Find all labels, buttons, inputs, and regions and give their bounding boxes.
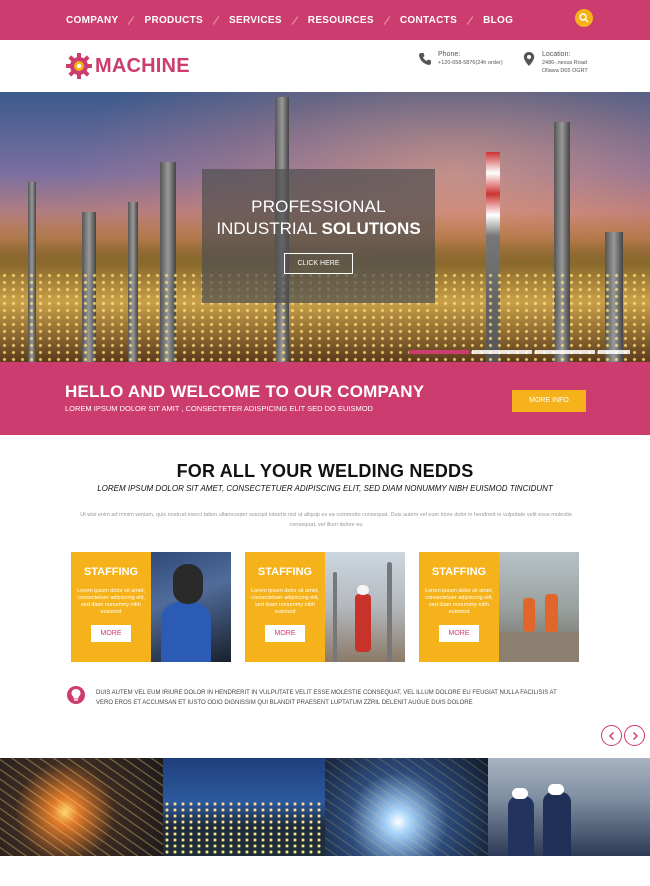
slider-indicators — [409, 350, 633, 354]
phone-value[interactable]: +120-658-5876(24h order) — [438, 59, 503, 67]
hero-line-2: INDUSTRIAL SOLUTIONS — [202, 219, 435, 239]
nav-contacts[interactable]: CONTACTS — [400, 15, 457, 26]
location-line2: Ollawa D65 OGRT — [542, 68, 588, 74]
gallery-image-grinding[interactable] — [0, 758, 163, 856]
phone-icon — [419, 53, 431, 65]
page-bottom — [0, 856, 650, 886]
card-title: STAFFING — [431, 566, 487, 578]
location-line1: 2486-.nexus Road — [542, 60, 587, 66]
service-card: STAFFING Lorem ipsum dolor sit amet, con… — [419, 552, 579, 662]
engineer-figure — [355, 594, 371, 652]
card-image-engineer — [325, 552, 405, 662]
section-subtitle: LOREM IPSUM DOLOR SIT AMET, CONSECTETUER… — [97, 484, 553, 493]
refinery-lights — [162, 801, 325, 856]
image-gallery — [0, 758, 650, 856]
card-more-button[interactable]: MORE — [439, 625, 479, 642]
welcome-title: HELLO AND WELCOME TO OUR COMPANY — [65, 382, 425, 401]
hero-slider: PROFESSIONAL INDUSTRIAL SOLUTIONS CLICK … — [0, 92, 650, 362]
hero-line-2-plain: INDUSTRIAL — [216, 219, 317, 238]
worker-figure — [545, 594, 558, 634]
gallery-image-refinery-night[interactable] — [162, 758, 325, 856]
info-badge — [67, 686, 85, 704]
ground — [499, 632, 579, 662]
service-card: STAFFING Lorem ipsum dolor sit amet, con… — [71, 552, 231, 662]
pipe-structure — [333, 572, 337, 662]
nav-separator — [383, 15, 391, 25]
top-nav-bar: COMPANY PRODUCTS SERVICES RESOURCES CONT… — [0, 0, 650, 40]
card-title: STAFFING — [257, 566, 313, 578]
gallery-next-button[interactable] — [624, 725, 645, 746]
gear-icon — [66, 53, 92, 79]
hero-caption: PROFESSIONAL INDUSTRIAL SOLUTIONS CLICK … — [202, 169, 435, 303]
hero-click-here-button[interactable]: CLICK HERE — [284, 253, 353, 274]
card-image-welder — [151, 552, 231, 662]
location-pin-icon — [523, 52, 535, 66]
card-text: Lorem ipsum dolor sit amet, consectetuer… — [77, 588, 145, 615]
welcome-band: HELLO AND WELCOME TO OUR COMPANY LOREM I… — [0, 362, 650, 435]
welder-helmet — [173, 564, 203, 604]
nav-blog[interactable]: BLOG — [483, 15, 513, 26]
card-content: STAFFING Lorem ipsum dolor sit amet, con… — [419, 552, 499, 662]
gallery-image-engineers[interactable] — [487, 758, 650, 856]
card-text: Lorem ipsum dolor sit amet, consectetuer… — [251, 588, 319, 615]
section-description: Ut wisi enim ad minim veniam, quis nostr… — [80, 512, 572, 528]
pipe-structure — [387, 562, 392, 662]
slider-indicator[interactable] — [598, 350, 630, 354]
card-content: STAFFING Lorem ipsum dolor sit amet, con… — [71, 552, 151, 662]
card-title: STAFFING — [83, 566, 139, 578]
logo-text: MACHINE — [95, 54, 190, 77]
lightbulb-icon — [71, 689, 81, 701]
location-contact: Location: 2486-.nexus Road Ollawa D65 OG… — [522, 50, 588, 75]
card-text: Lorem ipsum dolor sit amet, consectetuer… — [425, 588, 493, 615]
welcome-subtitle: LOREM IPSUM DOLOR SIT AMIT , CONSECTETER… — [65, 404, 373, 413]
card-more-button[interactable]: MORE — [265, 625, 305, 642]
nav-resources[interactable]: RESOURCES — [308, 15, 374, 26]
service-card: STAFFING Lorem ipsum dolor sit amet, con… — [245, 552, 405, 662]
nav-products[interactable]: PRODUCTS — [144, 15, 203, 26]
engineer-figure — [542, 792, 571, 856]
nav-separator — [128, 15, 135, 25]
more-info-button[interactable]: MORE INFO — [512, 390, 586, 412]
phone-label: Phone: — [438, 51, 461, 58]
sparks — [325, 758, 488, 856]
chevron-left-icon — [608, 731, 615, 741]
site-logo[interactable]: MACHINE — [66, 53, 190, 79]
engineer-helmet — [357, 585, 369, 595]
chevron-right-icon — [632, 731, 639, 741]
slider-indicator[interactable] — [409, 350, 469, 354]
nav-separator — [291, 15, 299, 25]
info-text: DUIS AUTEM VEL EUM IRIURE DOLOR IN HENDR… — [96, 690, 557, 706]
engineer-figure — [507, 796, 534, 856]
slider-indicator[interactable] — [535, 350, 595, 354]
card-more-button[interactable]: MORE — [91, 625, 131, 642]
sparks — [0, 758, 163, 856]
phone-contact: Phone: +120-658-5876(24h order) — [418, 50, 503, 67]
site-header: MACHINE Phone: +120-658-5876(24h order) … — [0, 40, 650, 92]
nav-company[interactable]: COMPANY — [66, 15, 118, 26]
slider-indicator[interactable] — [472, 350, 532, 354]
location-label: Location: — [542, 51, 571, 58]
welder-figure — [161, 602, 211, 662]
search-button[interactable] — [575, 9, 593, 27]
gallery-prev-button[interactable] — [601, 725, 622, 746]
engineer-helmet — [547, 784, 564, 795]
search-icon — [579, 13, 589, 23]
section-title: FOR ALL YOUR WELDING NEDDS — [176, 461, 474, 481]
card-content: STAFFING Lorem ipsum dolor sit amet, con… — [245, 552, 325, 662]
nav-separator — [212, 15, 220, 25]
nav-services[interactable]: SERVICES — [229, 15, 282, 26]
hero-line-2-bold: SOLUTIONS — [321, 219, 421, 238]
hero-line-1: PROFESSIONAL — [251, 197, 386, 216]
card-image-workers — [499, 552, 579, 662]
worker-figure — [523, 598, 535, 632]
engineer-helmet — [511, 788, 528, 799]
gallery-image-welding[interactable] — [325, 758, 488, 856]
main-nav: COMPANY PRODUCTS SERVICES RESOURCES CONT… — [66, 0, 513, 40]
nav-separator — [466, 15, 474, 25]
